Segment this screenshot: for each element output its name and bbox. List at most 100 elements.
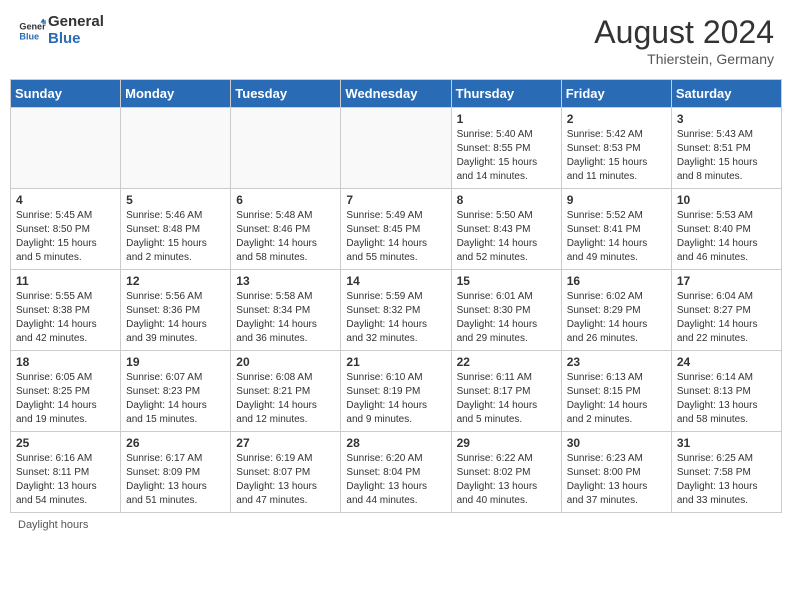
day-number: 6 (236, 193, 335, 207)
day-info: Sunrise: 5:52 AMSunset: 8:41 PMDaylight:… (567, 209, 666, 265)
day-number: 20 (236, 355, 335, 369)
week-row-1: 1 Sunrise: 5:40 AMSunset: 8:55 PMDaylight… (11, 108, 782, 189)
day-cell: 13 Sunrise: 5:58 AMSunset: 8:34 PMDayligh… (231, 270, 341, 351)
day-number: 7 (346, 193, 445, 207)
day-cell: 19 Sunrise: 6:07 AMSunset: 8:23 PMDayligh… (121, 351, 231, 432)
day-cell: 18 Sunrise: 6:05 AMSunset: 8:25 PMDayligh… (11, 351, 121, 432)
day-cell: 4Sunrise: 5:45 AMSunset: 8:50 PMDaylight… (11, 189, 121, 270)
location: Thierstein, Germany (594, 51, 774, 67)
day-cell: 26Sunrise: 6:17 AMSunset: 8:09 PMDayligh… (121, 432, 231, 513)
weekday-header-row: SundayMondayTuesdayWednesdayThursdayFrid… (11, 80, 782, 108)
svg-text:Blue: Blue (19, 31, 39, 41)
day-info: Sunrise: 5:56 AMSunset: 8:36 PMDaylight:… (126, 290, 225, 346)
day-number: 15 (457, 274, 556, 288)
svg-text:General: General (19, 21, 46, 31)
day-number: 25 (16, 436, 115, 450)
day-info: Sunrise: 5:43 AMSunset: 8:51 PMDaylight:… (677, 128, 776, 184)
week-row-4: 18 Sunrise: 6:05 AMSunset: 8:25 PMDayligh… (11, 351, 782, 432)
day-number: 31 (677, 436, 776, 450)
day-cell: 30Sunrise: 6:23 AMSunset: 8:00 PMDayligh… (561, 432, 671, 513)
day-cell: 27 Sunrise: 6:19 AMSunset: 8:07 PMDayligh… (231, 432, 341, 513)
day-number: 8 (457, 193, 556, 207)
weekday-header-wednesday: Wednesday (341, 80, 451, 108)
day-number: 13 (236, 274, 335, 288)
day-cell: 22Sunrise: 6:11 AMSunset: 8:17 PMDayligh… (451, 351, 561, 432)
day-cell: 28 Sunrise: 6:20 AMSunset: 8:04 PMDayligh… (341, 432, 451, 513)
day-number: 28 (346, 436, 445, 450)
day-info: Sunrise: 6:08 AMSunset: 8:21 PMDaylight:… (236, 371, 335, 427)
day-number: 16 (567, 274, 666, 288)
week-row-2: 4Sunrise: 5:45 AMSunset: 8:50 PMDaylight… (11, 189, 782, 270)
day-cell (341, 108, 451, 189)
logo-general: General (48, 14, 104, 31)
day-number: 11 (16, 274, 115, 288)
day-info: Sunrise: 6:05 AMSunset: 8:25 PMDaylight:… (16, 371, 115, 427)
day-cell: 16 Sunrise: 6:02 AMSunset: 8:29 PMDayligh… (561, 270, 671, 351)
day-number: 4 (16, 193, 115, 207)
day-number: 9 (567, 193, 666, 207)
day-info: Sunrise: 5:42 AMSunset: 8:53 PMDaylight:… (567, 128, 666, 184)
day-info: Sunrise: 6:02 AMSunset: 8:29 PMDaylight:… (567, 290, 666, 346)
day-info: Sunrise: 6:10 AMSunset: 8:19 PMDaylight:… (346, 371, 445, 427)
day-cell: 23Sunrise: 6:13 AMSunset: 8:15 PMDayligh… (561, 351, 671, 432)
day-info: Sunrise: 6:20 AMSunset: 8:04 PMDaylight:… (346, 452, 445, 508)
week-row-3: 11 Sunrise: 5:55 AMSunset: 8:38 PMDayligh… (11, 270, 782, 351)
month-year: August 2024 (594, 14, 774, 51)
title-block: August 2024 Thierstein, Germany (594, 14, 774, 67)
week-row-5: 25 Sunrise: 6:16 AMSunset: 8:11 PMDayligh… (11, 432, 782, 513)
day-number: 17 (677, 274, 776, 288)
day-number: 21 (346, 355, 445, 369)
day-cell: 24Sunrise: 6:14 AMSunset: 8:13 PMDayligh… (671, 351, 781, 432)
day-cell (231, 108, 341, 189)
day-cell: 14 Sunrise: 5:59 AMSunset: 8:32 PMDayligh… (341, 270, 451, 351)
day-cell (121, 108, 231, 189)
day-info: Sunrise: 6:13 AMSunset: 8:15 PMDaylight:… (567, 371, 666, 427)
day-number: 14 (346, 274, 445, 288)
weekday-header-thursday: Thursday (451, 80, 561, 108)
day-info: Sunrise: 5:48 AMSunset: 8:46 PMDaylight:… (236, 209, 335, 265)
day-number: 18 (16, 355, 115, 369)
day-cell: 31 Sunrise: 6:25 AMSunset: 7:58 PMDayligh… (671, 432, 781, 513)
day-info: Sunrise: 6:11 AMSunset: 8:17 PMDaylight:… (457, 371, 556, 427)
day-info: Sunrise: 5:40 AMSunset: 8:55 PMDaylight:… (457, 128, 556, 184)
day-cell: 7Sunrise: 5:49 AMSunset: 8:45 PMDaylight… (341, 189, 451, 270)
day-info: Sunrise: 6:01 AMSunset: 8:30 PMDaylight:… (457, 290, 556, 346)
day-cell: 17 Sunrise: 6:04 AMSunset: 8:27 PMDayligh… (671, 270, 781, 351)
day-number: 2 (567, 112, 666, 126)
day-cell: 25 Sunrise: 6:16 AMSunset: 8:11 PMDayligh… (11, 432, 121, 513)
day-info: Sunrise: 6:04 AMSunset: 8:27 PMDaylight:… (677, 290, 776, 346)
footer-daylight: Daylight hours (10, 519, 782, 531)
day-info: Sunrise: 5:59 AMSunset: 8:32 PMDaylight:… (346, 290, 445, 346)
day-number: 29 (457, 436, 556, 450)
calendar-table: SundayMondayTuesdayWednesdayThursdayFrid… (10, 79, 782, 513)
day-cell: 12Sunrise: 5:56 AMSunset: 8:36 PMDayligh… (121, 270, 231, 351)
weekday-header-monday: Monday (121, 80, 231, 108)
day-number: 27 (236, 436, 335, 450)
day-info: Sunrise: 6:25 AMSunset: 7:58 PMDaylight:… (677, 452, 776, 508)
weekday-header-saturday: Saturday (671, 80, 781, 108)
day-info: Sunrise: 6:19 AMSunset: 8:07 PMDaylight:… (236, 452, 335, 508)
day-cell: 20 Sunrise: 6:08 AMSunset: 8:21 PMDayligh… (231, 351, 341, 432)
logo-blue: Blue (48, 31, 104, 48)
daylight-label: Daylight hours (18, 519, 88, 531)
day-number: 5 (126, 193, 225, 207)
day-cell (11, 108, 121, 189)
page-header: General Blue General Blue August 2024 Th… (10, 10, 782, 71)
day-number: 19 (126, 355, 225, 369)
day-info: Sunrise: 6:16 AMSunset: 8:11 PMDaylight:… (16, 452, 115, 508)
day-cell: 21 Sunrise: 6:10 AMSunset: 8:19 PMDayligh… (341, 351, 451, 432)
day-number: 10 (677, 193, 776, 207)
weekday-header-tuesday: Tuesday (231, 80, 341, 108)
day-number: 1 (457, 112, 556, 126)
day-cell: 10Sunrise: 5:53 AMSunset: 8:40 PMDayligh… (671, 189, 781, 270)
day-info: Sunrise: 6:07 AMSunset: 8:23 PMDaylight:… (126, 371, 225, 427)
day-cell: 29Sunrise: 6:22 AMSunset: 8:02 PMDayligh… (451, 432, 561, 513)
weekday-header-friday: Friday (561, 80, 671, 108)
day-cell: 2 Sunrise: 5:42 AMSunset: 8:53 PMDaylight… (561, 108, 671, 189)
day-cell: 1 Sunrise: 5:40 AMSunset: 8:55 PMDaylight… (451, 108, 561, 189)
logo: General Blue General Blue (18, 14, 104, 47)
day-info: Sunrise: 6:23 AMSunset: 8:00 PMDaylight:… (567, 452, 666, 508)
day-cell: 9 Sunrise: 5:52 AMSunset: 8:41 PMDaylight… (561, 189, 671, 270)
day-info: Sunrise: 5:58 AMSunset: 8:34 PMDaylight:… (236, 290, 335, 346)
day-info: Sunrise: 5:55 AMSunset: 8:38 PMDaylight:… (16, 290, 115, 346)
